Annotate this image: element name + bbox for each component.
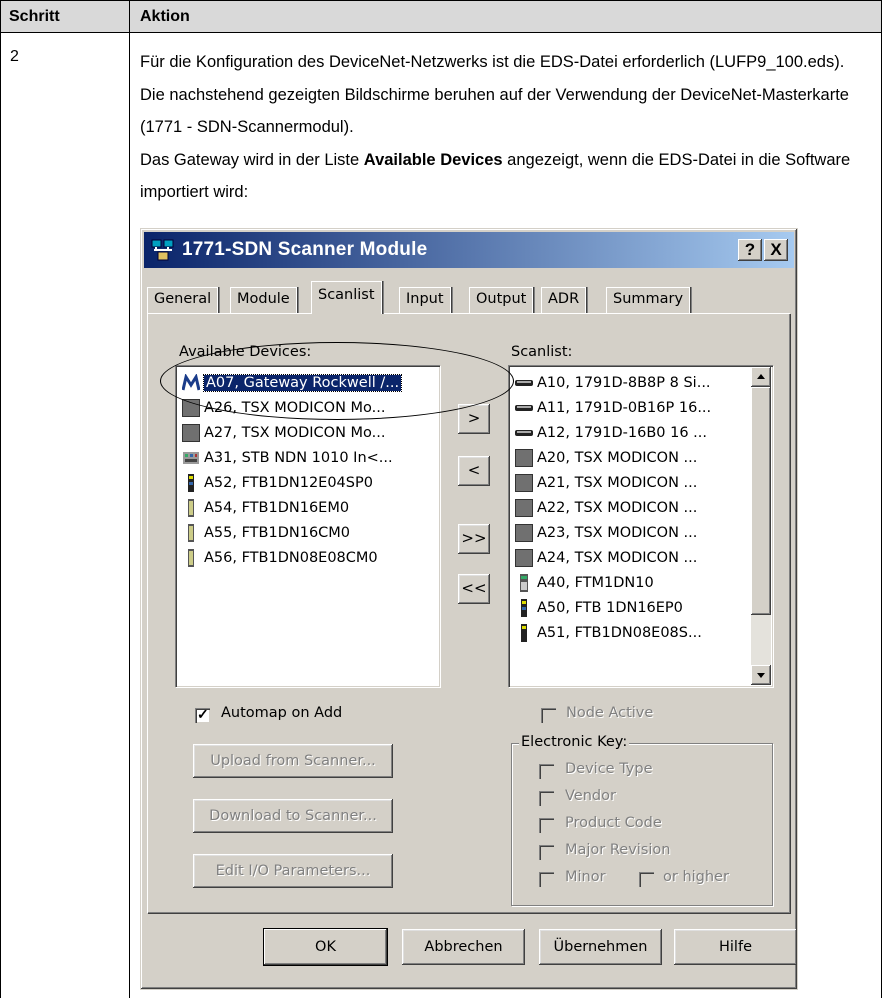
list-item[interactable]: A50, FTB 1DN16EP0	[515, 596, 683, 620]
minor-label: Minor	[565, 869, 606, 885]
ftb-device-icon	[188, 524, 194, 542]
or-higher-checkbox[interactable]	[639, 872, 654, 887]
io-module-icon	[515, 405, 533, 411]
vendor-checkbox[interactable]	[539, 791, 554, 806]
list-item[interactable]: A20, TSX MODICON ...	[515, 446, 697, 470]
arrow-down-icon	[757, 673, 765, 678]
automap-checkbox[interactable]: ✓	[195, 706, 210, 723]
list-item[interactable]: A23, TSX MODICON ...	[515, 521, 697, 545]
download-to-scanner-button[interactable]: Download to Scanner...	[193, 799, 393, 833]
minor-checkbox[interactable]	[539, 872, 554, 887]
module-device-icon	[182, 424, 200, 442]
table-header-row: Schritt Aktion	[0, 0, 882, 33]
paragraph-screens: Die nachstehend gezeigten Bildschirme be…	[140, 85, 849, 137]
table-border-top	[0, 0, 882, 1]
title-bar[interactable]: 1771-SDN Scanner Module ? X	[144, 232, 794, 268]
table-column-divider	[129, 0, 130, 998]
remove-all-button[interactable]: <<	[458, 574, 490, 604]
list-item[interactable]: A11, 1791D-0B16P 16...	[515, 396, 711, 420]
scroll-up-button[interactable]	[751, 367, 771, 387]
major-revision-label: Major Revision	[565, 842, 671, 858]
io-block-device-icon	[183, 452, 199, 464]
device-type-label: Device Type	[565, 761, 653, 777]
list-item[interactable]: A27, TSX MODICON Mo...	[182, 421, 386, 445]
list-item[interactable]: A55, FTB1DN16CM0	[182, 521, 350, 545]
module-device-icon	[515, 524, 533, 542]
list-item[interactable]: A10, 1791D-8B8P 8 Si...	[515, 371, 711, 395]
tab-module[interactable]: Module	[230, 287, 297, 314]
tab-adr[interactable]: ADR	[541, 287, 587, 314]
major-revision-checkbox[interactable]	[539, 845, 554, 860]
add-all-button[interactable]: >>	[458, 524, 490, 554]
ftb-device-icon	[188, 549, 194, 567]
ftb-device-icon	[521, 624, 527, 642]
step-column-header: Schritt	[9, 8, 60, 25]
product-code-label: Product Code	[565, 815, 662, 831]
node-active-checkbox[interactable]	[541, 708, 556, 723]
list-item[interactable]: A51, FTB1DN08E08S...	[515, 621, 702, 645]
table-border-right	[881, 0, 882, 998]
ftb-device-icon	[521, 599, 527, 617]
action-column-header: Aktion	[140, 8, 190, 25]
module-device-icon	[515, 549, 533, 567]
list-item[interactable]: A24, TSX MODICON ...	[515, 546, 697, 570]
module-device-icon	[515, 474, 533, 492]
automap-label: Automap on Add	[221, 705, 343, 721]
vendor-label: Vendor	[565, 788, 616, 804]
close-button[interactable]: X	[764, 239, 788, 261]
io-module-icon	[515, 430, 533, 436]
io-module-icon	[515, 380, 533, 386]
dialog-title: 1771-SDN Scanner Module	[182, 239, 428, 260]
tab-general[interactable]: General	[147, 287, 219, 314]
ftm-device-icon	[520, 574, 528, 592]
tab-summary[interactable]: Summary	[606, 287, 691, 314]
list-item[interactable]: A54, FTB1DN16EM0	[182, 496, 349, 520]
or-higher-label: or higher	[663, 869, 729, 885]
scanlist-label: Scanlist:	[511, 344, 573, 360]
ftb-device-icon	[188, 474, 194, 492]
list-item[interactable]: A31, STB NDN 1010 In<...	[182, 446, 393, 470]
scanlist-list[interactable]: A10, 1791D-8B8P 8 Si... A11, 1791D-0B16P…	[508, 365, 773, 687]
paragraph-gateway: Das Gateway wird in der Liste Available …	[140, 150, 851, 202]
remove-device-button[interactable]: <	[458, 456, 490, 486]
module-device-icon	[515, 449, 533, 467]
list-item[interactable]: A56, FTB1DN08E08CM0	[182, 546, 378, 570]
scanlist-scrollbar[interactable]	[751, 367, 771, 685]
list-item[interactable]: A21, TSX MODICON ...	[515, 471, 697, 495]
add-device-button[interactable]: >	[458, 404, 490, 434]
arrow-up-icon	[757, 374, 765, 379]
action-text: Für die Konfiguration des DeviceNet-Netz…	[140, 46, 870, 209]
electronic-key-title: Electronic Key:	[519, 734, 630, 750]
edit-io-parameters-button[interactable]: Edit I/O Parameters...	[193, 854, 393, 888]
tab-input[interactable]: Input	[399, 287, 451, 314]
list-item[interactable]: A22, TSX MODICON ...	[515, 496, 697, 520]
tab-output[interactable]: Output	[469, 287, 534, 314]
scroll-thumb[interactable]	[751, 387, 771, 615]
checkmark-icon: ✓	[197, 706, 209, 722]
table-border-left	[0, 0, 1, 998]
apply-button[interactable]: Übernehmen	[539, 929, 662, 965]
tab-scanlist[interactable]: Scanlist	[311, 281, 382, 314]
node-active-label: Node Active	[566, 705, 654, 721]
product-code-checkbox[interactable]	[539, 818, 554, 833]
scroll-down-button[interactable]	[751, 665, 771, 685]
highlight-ellipse	[160, 342, 514, 420]
available-devices-bold: Available Devices	[363, 150, 503, 169]
list-item[interactable]: A40, FTM1DN10	[515, 571, 654, 595]
ftb-device-icon	[188, 499, 194, 517]
help-title-button[interactable]: ?	[738, 239, 762, 261]
module-device-icon	[515, 499, 533, 517]
cancel-button[interactable]: Abbrechen	[402, 929, 525, 965]
step-number: 2	[10, 48, 19, 65]
upload-from-scanner-button[interactable]: Upload from Scanner...	[193, 744, 393, 778]
list-item[interactable]: A12, 1791D-16B0 16 ...	[515, 421, 707, 445]
device-type-checkbox[interactable]	[539, 764, 554, 779]
paragraph-eds-file: Für die Konfiguration des DeviceNet-Netz…	[140, 53, 845, 71]
ok-button[interactable]: OK	[264, 929, 387, 965]
list-item[interactable]: A52, FTB1DN12E04SP0	[182, 471, 373, 495]
network-app-icon	[151, 239, 174, 261]
scanner-module-dialog: 1771-SDN Scanner Module ? X General Modu…	[140, 228, 798, 990]
help-button[interactable]: Hilfe	[674, 929, 797, 965]
